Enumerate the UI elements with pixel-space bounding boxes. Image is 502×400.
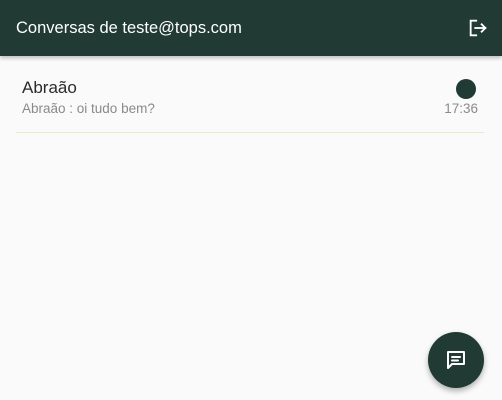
conversation-item[interactable]: Abraão Abraão : oi tudo bem? 17:36 bbox=[16, 68, 484, 133]
app-bar: Conversas de teste@tops.com bbox=[0, 0, 502, 56]
chat-icon bbox=[444, 348, 468, 372]
logout-button[interactable] bbox=[462, 12, 494, 44]
logout-icon bbox=[467, 17, 489, 39]
conversation-name: Abraão bbox=[22, 78, 77, 97]
conversation-preview: Abraão : oi tudo bem? bbox=[22, 101, 155, 116]
conversation-time: 17:36 bbox=[444, 101, 478, 116]
app-root: Conversas de teste@tops.com Abraão Abraã… bbox=[0, 0, 502, 400]
new-conversation-button[interactable] bbox=[428, 332, 484, 388]
page-title: Conversas de teste@tops.com bbox=[16, 19, 242, 37]
unread-indicator bbox=[456, 79, 476, 99]
